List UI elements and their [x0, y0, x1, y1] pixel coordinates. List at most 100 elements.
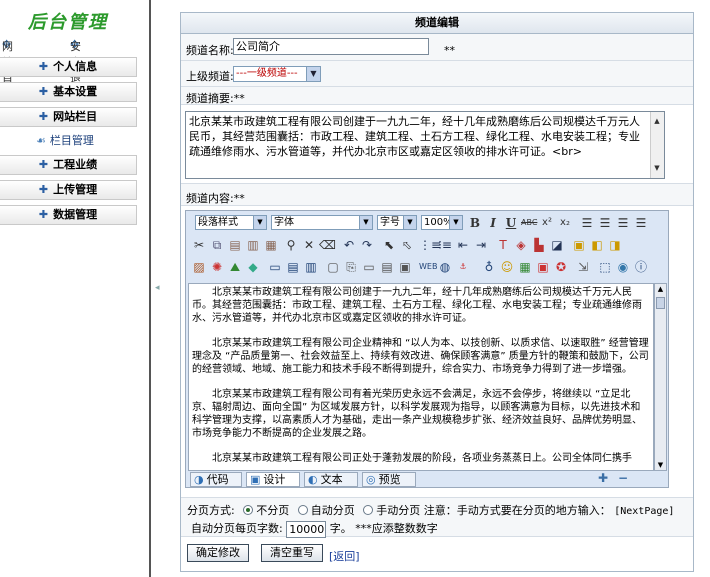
highlight-icon[interactable]: ◈	[513, 237, 529, 253]
indent-icon[interactable]: ⇥	[473, 237, 489, 253]
channel-name-input[interactable]: 公司简介	[233, 38, 429, 55]
sidebar-item-settings[interactable]: ✚ 基本设置	[0, 82, 137, 102]
table-icon[interactable]: ▭	[267, 259, 283, 275]
paragraph-style-select[interactable]: 段落样式 ▼	[195, 215, 267, 230]
back-link[interactable]: [返回]	[329, 548, 360, 564]
emoticon-icon[interactable]: ☺	[499, 259, 515, 275]
media-icon[interactable]: ⛰	[227, 259, 243, 275]
paste-text-icon[interactable]: ▥	[245, 237, 261, 253]
iframe-icon[interactable]: ⎘	[343, 259, 359, 275]
web-icon[interactable]: WEB	[419, 259, 437, 275]
tab-text[interactable]: ◐ 文本	[304, 472, 358, 487]
channel-edit-panel: 频道编辑 频道名称: 公司简介 ** 上级频道: ---一级频道--- ▼ 频道…	[180, 12, 694, 572]
italic-icon[interactable]: I	[485, 215, 501, 231]
superscript-icon[interactable]: x²	[539, 215, 555, 231]
flash-icon[interactable]: ✺	[209, 259, 225, 275]
cut-icon[interactable]: ✂	[191, 237, 207, 253]
ordered-list-icon[interactable]: ⋮≡	[419, 237, 441, 253]
select-all-icon[interactable]: ⬉	[381, 237, 397, 253]
align-justify-icon[interactable]: ☰	[633, 215, 649, 231]
gallery-icon[interactable]: ▦	[517, 259, 533, 275]
content-label-row: 频道内容:**	[181, 184, 693, 206]
paging-radio-none[interactable]	[243, 505, 254, 515]
sidebar-item-uploads[interactable]: ✚ 上传管理	[0, 180, 137, 200]
eraser-icon[interactable]: ⌫	[319, 237, 336, 253]
find-icon[interactable]: ⚲	[283, 237, 299, 253]
chars-input[interactable]: 10000	[286, 520, 327, 538]
sidebar-item-profile[interactable]: ✚ 个人信息	[0, 57, 137, 77]
summary-textarea[interactable]: 北京某某市政建筑工程有限公司创建于一九九二年，经十几年成熟磨练后公司规模达千万元…	[185, 111, 665, 179]
outdent-icon[interactable]: ⇤	[455, 237, 471, 253]
sidebar-subitem-column-manage[interactable]: ☙ 栏目管理	[36, 132, 94, 148]
delete-icon[interactable]: ✕	[301, 237, 317, 253]
chars-label: 自动分页每页字数:	[191, 522, 283, 535]
scroll-up-icon[interactable]: ▲	[652, 114, 662, 129]
sidebar-item-projects[interactable]: ✚ 工程业绩	[0, 155, 137, 175]
scroll-up-icon[interactable]: ▲	[656, 285, 665, 293]
tab-design[interactable]: ▣ 设计	[246, 472, 300, 487]
bg-color-icon[interactable]: ▙	[531, 237, 547, 253]
parent-channel-value: ---一级频道---	[236, 68, 298, 79]
subscript-icon[interactable]: x₂	[557, 215, 573, 231]
align-left-icon[interactable]: ☰	[579, 215, 595, 231]
forward-icon[interactable]: ◧	[589, 237, 605, 253]
text-area-icon[interactable]: ▤	[379, 259, 395, 275]
font-select[interactable]: 字体 ▼	[271, 215, 373, 230]
special-char-icon[interactable]: ♁	[481, 259, 497, 275]
align-right-icon[interactable]: ☰	[615, 215, 631, 231]
reset-button[interactable]: 清空重写	[261, 544, 323, 562]
about-icon[interactable]: ⓘ	[633, 259, 649, 275]
frame-divider[interactable]	[140, 0, 152, 577]
paging-radio-auto[interactable]	[297, 505, 308, 515]
paste-word-icon[interactable]: ▦	[263, 237, 279, 253]
parent-channel-select[interactable]: ---一级频道--- ▼	[233, 66, 321, 82]
textbox-icon[interactable]: ▭	[361, 259, 377, 275]
page-break-icon[interactable]: ⇲	[575, 259, 591, 275]
globe-icon[interactable]: ◍	[437, 259, 453, 275]
scroll-down-icon[interactable]: ▼	[652, 161, 662, 176]
insert-row-icon[interactable]: ▤	[285, 259, 301, 275]
unordered-list-icon[interactable]: ⁝≡	[437, 237, 453, 253]
tab-code[interactable]: ◑ 代码	[190, 472, 242, 487]
form-icon[interactable]: ▢	[325, 259, 341, 275]
zoom-select[interactable]: 100% ▼	[421, 215, 463, 230]
confirm-button[interactable]: 确定修改	[187, 544, 249, 562]
time-icon[interactable]: ✪	[553, 259, 569, 275]
sidebar-item-data[interactable]: ✚ 数据管理	[0, 205, 137, 225]
backward-icon[interactable]: ◨	[607, 237, 623, 253]
font-color-icon[interactable]: T	[495, 237, 511, 253]
editor-scrollbar[interactable]: ▲ ▼	[654, 283, 667, 471]
bold-icon[interactable]: B	[467, 215, 483, 231]
anchor-icon[interactable]: ⚓	[455, 259, 471, 275]
image-icon[interactable]: ▨	[191, 259, 207, 275]
summary-scrollbar[interactable]: ▲ ▼	[650, 112, 664, 178]
tab-preview[interactable]: ◎ 预览	[362, 472, 416, 487]
internet-icon[interactable]: ◉	[615, 259, 631, 275]
undo-icon[interactable]: ↶	[341, 237, 357, 253]
button-icon[interactable]: ▣	[397, 259, 413, 275]
absolute-position-icon[interactable]: ▣	[571, 237, 587, 253]
align-center-icon[interactable]: ☰	[597, 215, 613, 231]
redo-icon[interactable]: ↷	[359, 237, 375, 253]
collapse-arrow-icon[interactable]: ◂	[155, 283, 160, 293]
code-icon: ◑	[194, 473, 204, 486]
format-icon[interactable]: ◪	[549, 237, 565, 253]
editor-content-area[interactable]: 北京某某市政建筑工程有限公司创建于一九九二年，经十几年成熟磨练后公司规模达千万元…	[188, 283, 654, 471]
sidebar-item-site-columns[interactable]: ✚ 网站栏目	[0, 107, 137, 127]
strikethrough-icon[interactable]: ABC	[521, 215, 537, 231]
file-icon[interactable]: ◆	[245, 259, 261, 275]
shrink-editor-icon[interactable]: −	[618, 471, 628, 485]
design-icon: ▣	[250, 473, 261, 486]
maximize-icon[interactable]: ⬚	[597, 259, 613, 275]
date-icon[interactable]: ▣	[535, 259, 551, 275]
scroll-down-icon[interactable]: ▼	[656, 461, 665, 469]
insert-column-icon[interactable]: ▥	[303, 259, 319, 275]
expand-editor-icon[interactable]: ✚	[598, 471, 608, 485]
deselect-icon[interactable]: ⬁	[399, 237, 415, 253]
underline-icon[interactable]: U	[503, 215, 519, 231]
copy-icon[interactable]: ⧉	[209, 237, 225, 253]
paging-radio-manual[interactable]	[363, 505, 374, 515]
scroll-thumb[interactable]	[656, 297, 665, 309]
paste-icon[interactable]: ▤	[227, 237, 243, 253]
font-size-select[interactable]: 字号 ▼	[377, 215, 417, 230]
